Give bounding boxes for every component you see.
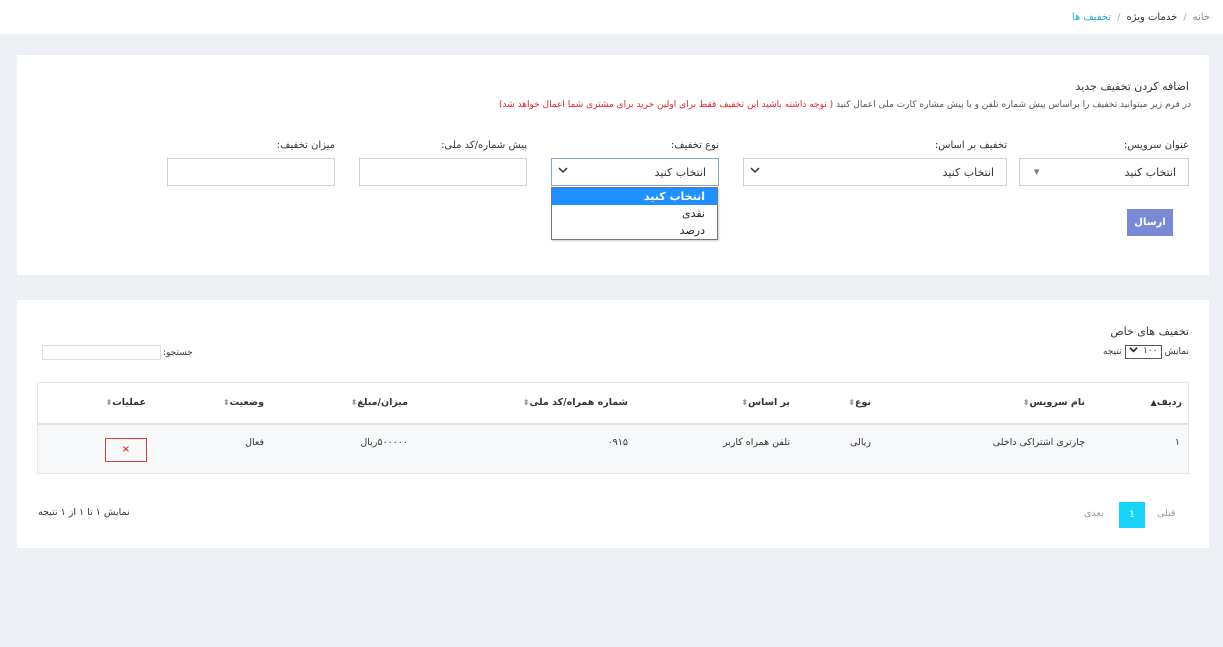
type-label: نوع تخفیف: bbox=[670, 140, 719, 151]
pagination-prev[interactable]: قبلی bbox=[1157, 508, 1175, 519]
sort-icon: ⬍ bbox=[741, 398, 748, 407]
dropdown-option[interactable]: انتخاب کنید bbox=[552, 188, 717, 205]
type-dropdown-list: انتخاب کنید نقدی درصد bbox=[551, 187, 718, 240]
amount-input[interactable] bbox=[167, 158, 335, 186]
search-input[interactable] bbox=[42, 345, 161, 360]
column-header-prefix[interactable]: شماره همراه/کد ملی⬍ bbox=[522, 397, 628, 408]
warning-text: ( توجه داشته باشید این تخفیف فقط برای او… bbox=[498, 100, 834, 110]
discounts-table: ردیف▲ نام سرویس⬍ نوع⬍ بر اساس⬍ شماره همر… bbox=[37, 382, 1189, 474]
page-length-value: ۱۰۰ bbox=[1143, 346, 1158, 356]
description-text: در فرم زیر میتوانید تخفیف را براساس پیش … bbox=[836, 100, 1191, 110]
add-discount-card: اضافه کردن تخفیف جدید در فرم زیر میتوانی… bbox=[17, 55, 1209, 275]
add-discount-title: اضافه کردن تخفیف جدید bbox=[1075, 80, 1189, 93]
prefix-label: پیش شماره/کد ملی: bbox=[441, 140, 527, 151]
service-select-value: انتخاب کنید bbox=[1124, 166, 1176, 179]
cell-prefix: ۰۹۱۵ bbox=[607, 437, 628, 448]
breadcrumb-current: تخفیف ها bbox=[1071, 12, 1112, 23]
cell-type: ریالی bbox=[850, 437, 871, 448]
column-header-row[interactable]: ردیف▲ bbox=[1150, 397, 1182, 408]
column-header-type[interactable]: نوع⬍ bbox=[847, 397, 871, 408]
column-header-basis[interactable]: بر اساس⬍ bbox=[740, 397, 790, 408]
special-discounts-card: تخفیف های خاص نمایش ۱۰۰ نتیجه جستجو: ردی… bbox=[17, 300, 1209, 548]
cell-row: ۱ bbox=[1174, 437, 1180, 448]
table-row: ۱ چارتری اشتراکی داخلی ریالی تلفن همراه … bbox=[38, 425, 1188, 473]
table-header: ردیف▲ نام سرویس⬍ نوع⬍ بر اساس⬍ شماره همر… bbox=[38, 383, 1188, 425]
pagination-page-current[interactable]: 1 bbox=[1119, 502, 1145, 528]
column-header-service[interactable]: نام سرویس⬍ bbox=[1022, 397, 1085, 408]
dropdown-option[interactable]: نقدی bbox=[552, 205, 717, 222]
page-length-select[interactable]: ۱۰۰ bbox=[1124, 345, 1162, 359]
cell-amount: ۵۰۰۰۰۰ریال bbox=[360, 437, 408, 448]
amount-label: میزان تخفیف: bbox=[276, 140, 335, 151]
basis-select-value: انتخاب کنید bbox=[942, 166, 994, 179]
basis-label: تخفیف بر اساس: bbox=[934, 140, 1007, 151]
pagination-next[interactable]: بعدی bbox=[1084, 508, 1104, 519]
sort-icon: ⬍ bbox=[222, 398, 230, 407]
type-select[interactable]: انتخاب کنید bbox=[551, 158, 719, 186]
sort-icon: ⬍ bbox=[848, 398, 855, 407]
service-select[interactable]: انتخاب کنید ▼ bbox=[1019, 158, 1189, 186]
breadcrumb-separator: / bbox=[1183, 12, 1187, 23]
breadcrumb-home[interactable]: خانه bbox=[1193, 12, 1210, 23]
page-length-control: نمایش ۱۰۰ نتیجه bbox=[1103, 345, 1189, 359]
type-select-value: انتخاب کنید bbox=[654, 166, 706, 179]
cell-service: چارتری اشتراکی داخلی bbox=[992, 437, 1085, 448]
close-icon: × bbox=[121, 444, 131, 455]
column-header-status[interactable]: وضعیت⬍ bbox=[222, 397, 264, 408]
table-info: نمایش ۱ تا ۱ از ۱ نتیجه bbox=[38, 507, 130, 518]
prefix-input[interactable] bbox=[359, 158, 527, 186]
search-control: جستجو: bbox=[42, 345, 193, 360]
show-prefix: نمایش bbox=[1164, 347, 1189, 357]
column-header-actions[interactable]: عملیات⬍ bbox=[105, 397, 146, 408]
service-label: عنوان سرویس: bbox=[1123, 140, 1189, 151]
breadcrumb-section[interactable]: خدمات ویژه bbox=[1126, 12, 1177, 23]
chevron-down-icon bbox=[750, 165, 760, 178]
search-label: جستجو: bbox=[163, 347, 193, 358]
dropdown-option[interactable]: درصد bbox=[552, 222, 717, 239]
chevron-down-icon bbox=[558, 165, 568, 178]
top-bar: خانه / خدمات ویژه / تخفیف ها bbox=[0, 0, 1223, 34]
breadcrumb: خانه / خدمات ویژه / تخفیف ها bbox=[1072, 12, 1210, 23]
delete-button[interactable]: × bbox=[105, 438, 147, 462]
breadcrumb-separator: / bbox=[1117, 12, 1121, 23]
show-suffix: نتیجه bbox=[1102, 347, 1122, 357]
cell-basis: تلفن همراه کاربر bbox=[722, 437, 790, 448]
basis-select[interactable]: انتخاب کنید bbox=[743, 158, 1007, 186]
caret-down-icon: ▼ bbox=[1034, 168, 1040, 176]
add-discount-description: در فرم زیر میتوانید تخفیف را براساس پیش … bbox=[499, 100, 1191, 110]
cell-status: فعال bbox=[245, 437, 264, 448]
submit-button[interactable]: ارسال bbox=[1127, 209, 1173, 236]
table-title: تخفیف های خاص bbox=[1110, 325, 1189, 338]
column-header-amount[interactable]: میزان/مبلغ⬍ bbox=[350, 397, 408, 408]
chevron-down-icon bbox=[1128, 345, 1138, 357]
